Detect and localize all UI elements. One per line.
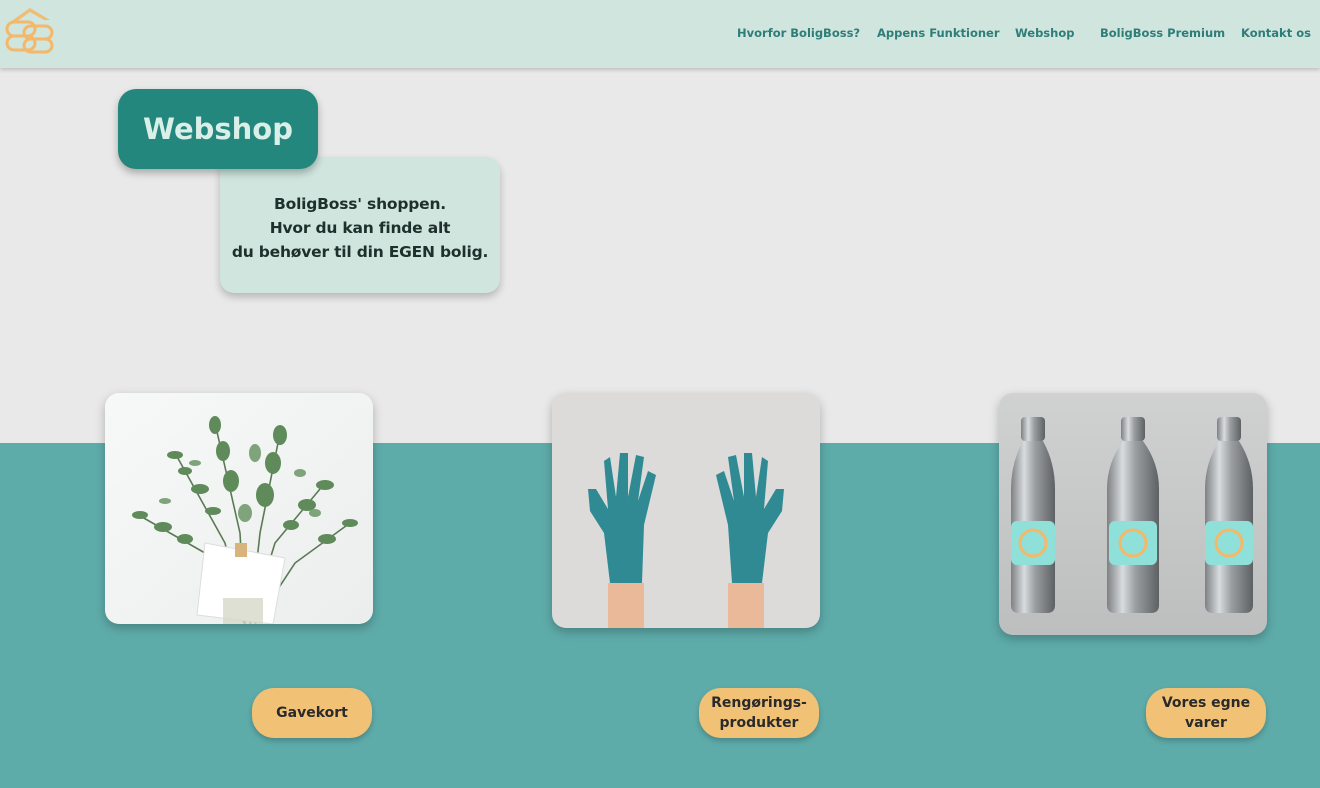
- product-image-gift-card[interactable]: [105, 393, 373, 624]
- intro-line: BoligBoss' shoppen.: [274, 195, 446, 213]
- nav-item-contact[interactable]: Kontakt os: [1241, 26, 1311, 40]
- intro-line: du behøver til din EGEN bolig.: [231, 243, 489, 261]
- branded-bottles-image: [999, 393, 1267, 635]
- intro-line: Hvor du kan finde alt: [269, 219, 451, 237]
- nav-item-webshop[interactable]: Webshop: [1015, 26, 1074, 40]
- page-title-box: Webshop: [118, 89, 318, 169]
- nav-item-app-features[interactable]: Appens Funktioner: [877, 26, 1000, 40]
- cleaning-gloves-image: [552, 393, 820, 628]
- eucalyptus-bouquet-image: [105, 393, 373, 624]
- nav-item-why-boligboss[interactable]: Hvorfor BoligBoss?: [737, 26, 860, 40]
- intro-box: BoligBoss' shoppen. Hvor du kan finde al…: [220, 157, 500, 293]
- cleaning-products-button[interactable]: Rengørings- produkter: [699, 688, 819, 738]
- product-image-own-products[interactable]: [999, 393, 1267, 635]
- own-products-button[interactable]: Vores egne varer: [1146, 688, 1266, 738]
- site-header: Hvorfor BoligBoss? Appens Funktioner Web…: [0, 0, 1320, 68]
- gift-card-button[interactable]: Gavekort: [252, 688, 372, 738]
- product-image-cleaning[interactable]: [552, 393, 820, 628]
- boligboss-logo-icon[interactable]: [4, 4, 56, 56]
- page-title: Webshop: [143, 112, 293, 146]
- nav-item-premium[interactable]: BoligBoss Premium: [1100, 26, 1225, 40]
